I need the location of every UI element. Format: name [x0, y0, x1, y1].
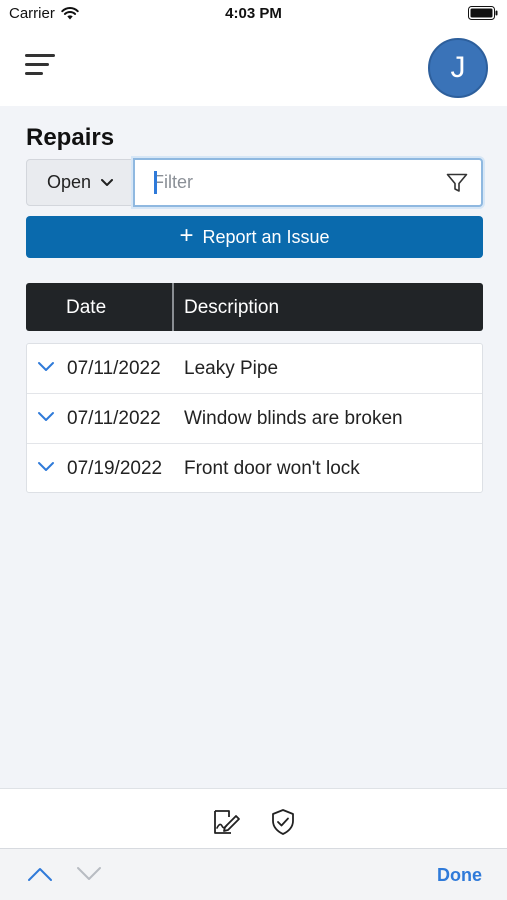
column-divider: [172, 283, 174, 331]
status-dropdown-value: Open: [46, 172, 92, 192]
repairs-list: 07/11/2022 Leaky Pipe 07/11/2022 Window …: [26, 343, 483, 493]
expand-chevron-icon[interactable]: [37, 411, 55, 423]
user-avatar[interactable]: J: [428, 38, 488, 98]
report-issue-label: Report an Issue: [202, 226, 330, 247]
screen: Carrier 4:03 PM J Repairs Open Filter + …: [0, 0, 507, 900]
filter-icon[interactable]: [445, 171, 469, 195]
table-row[interactable]: 07/19/2022 Front door won't lock: [27, 444, 482, 494]
done-button[interactable]: Done: [437, 865, 482, 886]
app-header: J: [0, 26, 507, 106]
bottom-toolbar: [0, 788, 507, 848]
status-bar: Carrier 4:03 PM: [0, 0, 507, 26]
table-header: Date Description: [26, 283, 483, 331]
column-header-description[interactable]: Description: [184, 297, 279, 319]
column-header-date[interactable]: Date: [66, 297, 106, 319]
chevron-down-icon[interactable]: [76, 866, 102, 882]
hamburger-menu-icon[interactable]: [25, 54, 55, 78]
text-cursor: [154, 171, 157, 194]
row-date: 07/11/2022: [67, 408, 161, 429]
expand-chevron-icon[interactable]: [37, 461, 55, 473]
battery-icon: [468, 6, 498, 20]
report-issue-button[interactable]: + Report an Issue: [26, 216, 483, 258]
filter-input[interactable]: [135, 160, 435, 205]
keyboard-accessory-bar: Done: [0, 848, 507, 900]
row-description: Leaky Pipe: [184, 358, 279, 379]
page-title: Repairs: [26, 124, 115, 151]
clock: 4:03 PM: [225, 5, 282, 22]
row-date: 07/19/2022: [67, 458, 163, 479]
row-date: 07/11/2022: [67, 358, 161, 379]
shield-check-icon[interactable]: [268, 807, 298, 837]
status-dropdown[interactable]: Open: [26, 159, 134, 206]
chevron-down-icon: [101, 178, 114, 186]
plus-icon: +: [179, 221, 194, 249]
filter-field: [133, 158, 483, 207]
row-description: Window blinds are broken: [184, 408, 403, 429]
table-row[interactable]: 07/11/2022 Leaky Pipe: [27, 344, 482, 394]
chevron-up-icon[interactable]: [27, 866, 53, 882]
sign-document-icon[interactable]: [211, 807, 241, 837]
row-description: Front door won't lock: [184, 458, 360, 479]
expand-chevron-icon[interactable]: [37, 361, 55, 373]
table-row[interactable]: 07/11/2022 Window blinds are broken: [27, 394, 482, 444]
